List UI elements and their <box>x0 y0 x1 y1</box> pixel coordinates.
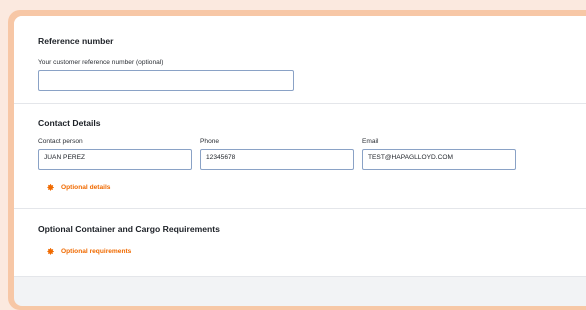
contact-section: Contact Details Contact person JUAN PERE… <box>14 104 586 209</box>
booking-form-card: Reference number Your customer reference… <box>14 16 586 306</box>
contact-person-label: Contact person <box>38 138 83 145</box>
optional-requirements-link[interactable]: Optional requirements <box>46 247 131 256</box>
reference-section: Reference number Your customer reference… <box>14 16 586 104</box>
optional-details-link[interactable]: Optional details <box>46 183 110 192</box>
email-label: Email <box>362 138 379 145</box>
phone-label: Phone <box>200 138 220 145</box>
contact-person-input[interactable]: JUAN PEREZ <box>38 149 192 170</box>
email-input[interactable]: TEST@HAPAGLLOYD.COM <box>362 149 516 170</box>
gear-icon <box>47 248 54 255</box>
reference-input[interactable] <box>38 70 294 91</box>
optional-details-label: Optional details <box>61 184 111 191</box>
optional-requirements-label: Optional requirements <box>61 248 132 255</box>
cargo-section: Optional Container and Cargo Requirement… <box>14 209 586 277</box>
contact-title: Contact Details <box>38 118 101 128</box>
reference-title: Reference number <box>38 36 114 46</box>
phone-input[interactable]: 12345678 <box>200 149 354 170</box>
gear-icon <box>47 184 54 191</box>
cargo-title: Optional Container and Cargo Requirement… <box>38 224 220 234</box>
reference-field-label: Your customer reference number (optional… <box>38 59 164 66</box>
